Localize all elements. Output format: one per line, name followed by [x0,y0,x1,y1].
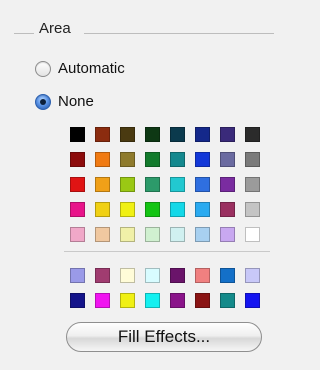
standard-swatch-1-7[interactable] [245,152,260,167]
standard-swatch-4-6[interactable] [220,227,235,242]
standard-swatch-2-0[interactable] [70,177,85,192]
chart-swatch-0-3[interactable] [145,268,160,283]
chart-swatch-0-6[interactable] [220,268,235,283]
standard-swatch-1-0[interactable] [70,152,85,167]
standard-swatch-0-4[interactable] [170,127,185,142]
standard-swatch-4-4[interactable] [170,227,185,242]
standard-swatch-2-3[interactable] [145,177,160,192]
automatic-radio[interactable]: Automatic [35,60,125,77]
chart-swatch-0-7[interactable] [245,268,260,283]
standard-swatch-2-4[interactable] [170,177,185,192]
standard-swatch-0-1[interactable] [95,127,110,142]
chart-swatch-1-7[interactable] [245,293,260,308]
standard-swatch-3-4[interactable] [170,202,185,217]
standard-swatch-0-6[interactable] [220,127,235,142]
standard-swatch-1-1[interactable] [95,152,110,167]
standard-swatch-3-7[interactable] [245,202,260,217]
standard-swatch-3-2[interactable] [120,202,135,217]
standard-swatch-4-5[interactable] [195,227,210,242]
standard-swatch-1-2[interactable] [120,152,135,167]
standard-swatch-2-1[interactable] [95,177,110,192]
standard-swatch-3-6[interactable] [220,202,235,217]
automatic-radio-label: Automatic [58,60,125,77]
standard-swatch-1-3[interactable] [145,152,160,167]
group-line-right [84,33,274,34]
chart-swatch-1-5[interactable] [195,293,210,308]
standard-swatch-4-0[interactable] [70,227,85,242]
standard-swatch-4-2[interactable] [120,227,135,242]
standard-swatch-0-3[interactable] [145,127,160,142]
chart-color-palette [70,268,260,308]
standard-swatch-3-0[interactable] [70,202,85,217]
chart-swatch-0-1[interactable] [95,268,110,283]
standard-swatch-0-5[interactable] [195,127,210,142]
chart-swatch-1-1[interactable] [95,293,110,308]
standard-swatch-1-6[interactable] [220,152,235,167]
chart-swatch-0-2[interactable] [120,268,135,283]
standard-swatch-0-2[interactable] [120,127,135,142]
chart-swatch-1-0[interactable] [70,293,85,308]
chart-swatch-0-0[interactable] [70,268,85,283]
standard-color-palette [70,127,260,242]
chart-swatch-1-6[interactable] [220,293,235,308]
none-radio[interactable]: None [35,93,94,110]
chart-swatch-1-3[interactable] [145,293,160,308]
chart-swatch-1-4[interactable] [170,293,185,308]
radio-button-selected-icon[interactable] [35,93,51,110]
radio-button-icon[interactable] [35,60,51,77]
standard-swatch-4-7[interactable] [245,227,260,242]
fill-effects-button[interactable]: Fill Effects... [66,322,262,352]
chart-swatch-0-5[interactable] [195,268,210,283]
group-line-left [14,33,34,34]
standard-swatch-1-5[interactable] [195,152,210,167]
area-panel: Area Automatic None Fill Effects... [0,0,286,370]
standard-swatch-2-5[interactable] [195,177,210,192]
standard-swatch-0-0[interactable] [70,127,85,142]
chart-swatch-0-4[interactable] [170,268,185,283]
standard-swatch-1-4[interactable] [170,152,185,167]
area-group-title: Area [39,20,71,37]
standard-swatch-4-3[interactable] [145,227,160,242]
standard-swatch-2-7[interactable] [245,177,260,192]
standard-swatch-3-3[interactable] [145,202,160,217]
standard-swatch-3-5[interactable] [195,202,210,217]
standard-swatch-3-1[interactable] [95,202,110,217]
none-radio-label: None [58,93,94,110]
standard-swatch-0-7[interactable] [245,127,260,142]
standard-swatch-2-6[interactable] [220,177,235,192]
palette-separator [64,251,270,252]
standard-swatch-4-1[interactable] [95,227,110,242]
standard-swatch-2-2[interactable] [120,177,135,192]
chart-swatch-1-2[interactable] [120,293,135,308]
